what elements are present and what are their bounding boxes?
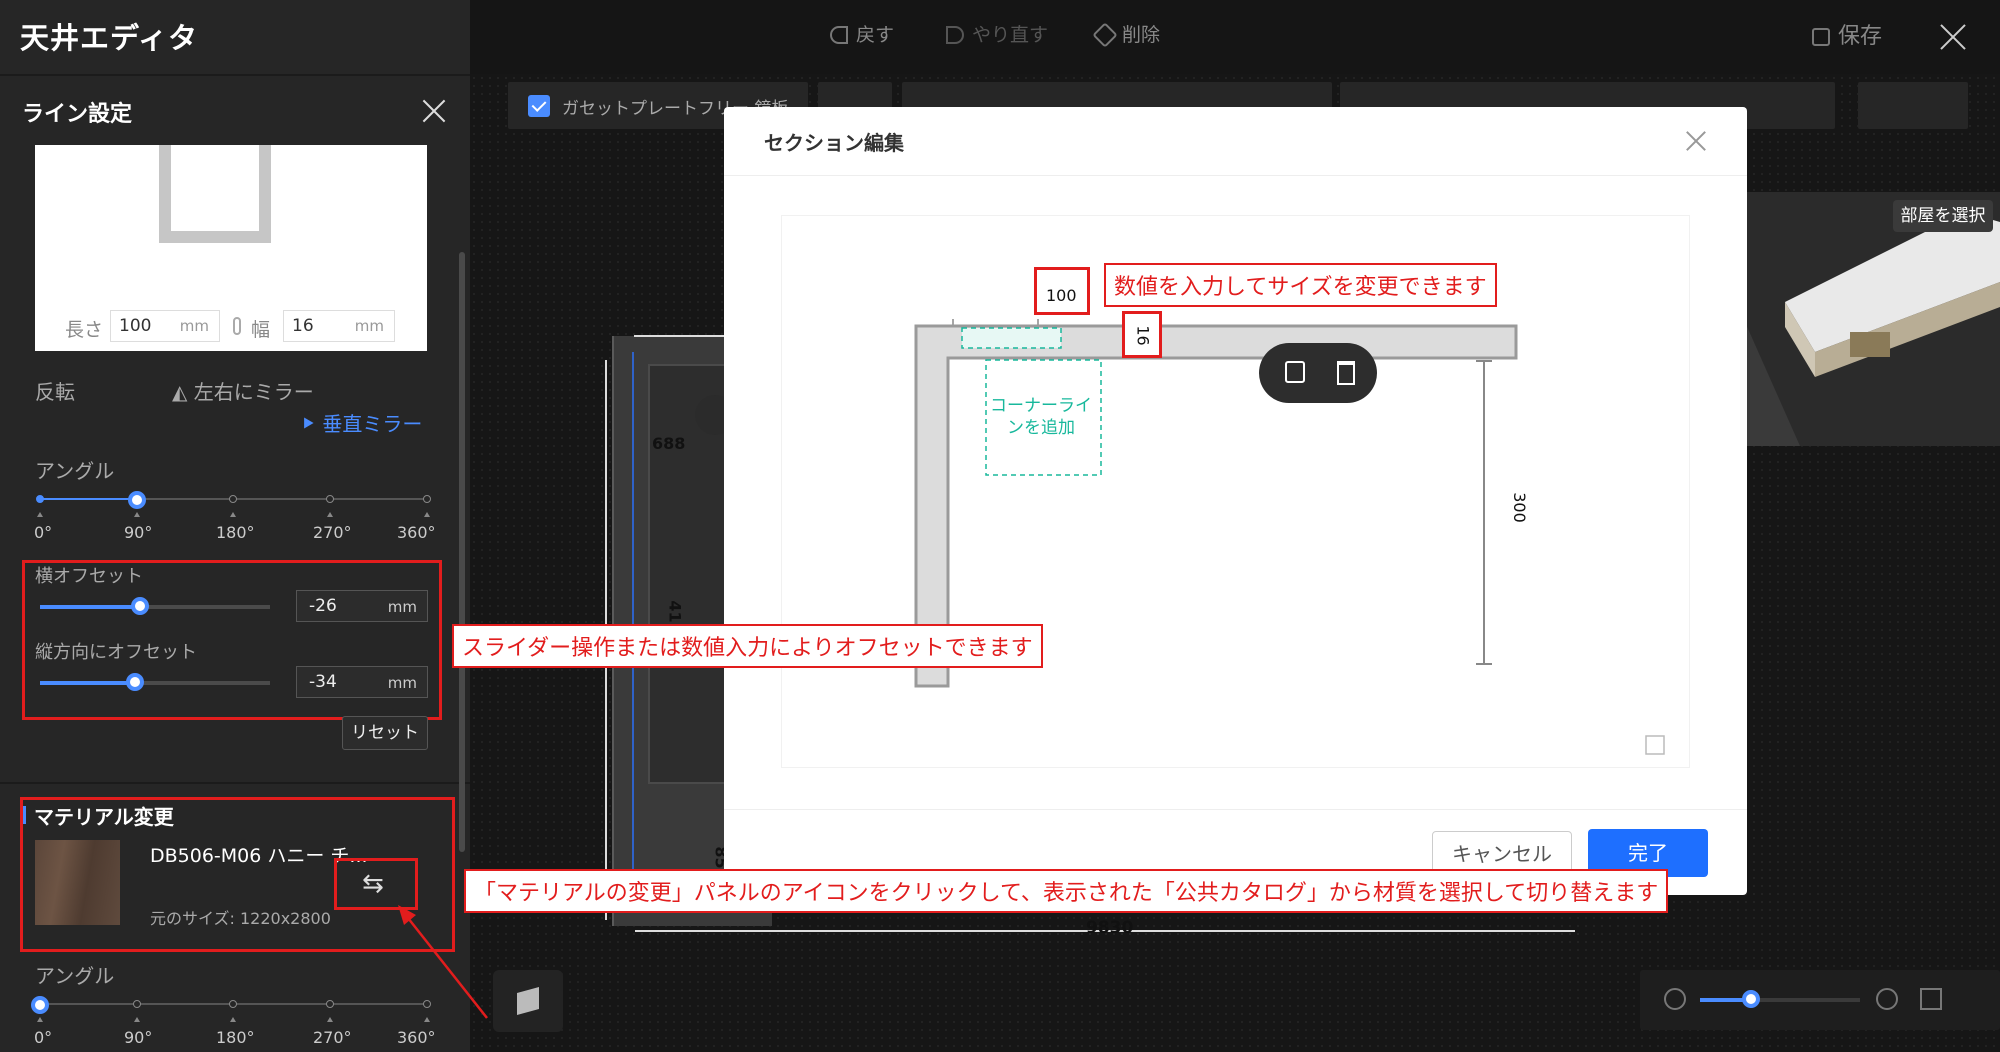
ceiling-editor: 戻す やり直す 削除 保存 ガセットプレートフリー 鏡板 688 41 85 9… — [0, 0, 2000, 1052]
callout-arrow — [398, 905, 488, 1019]
